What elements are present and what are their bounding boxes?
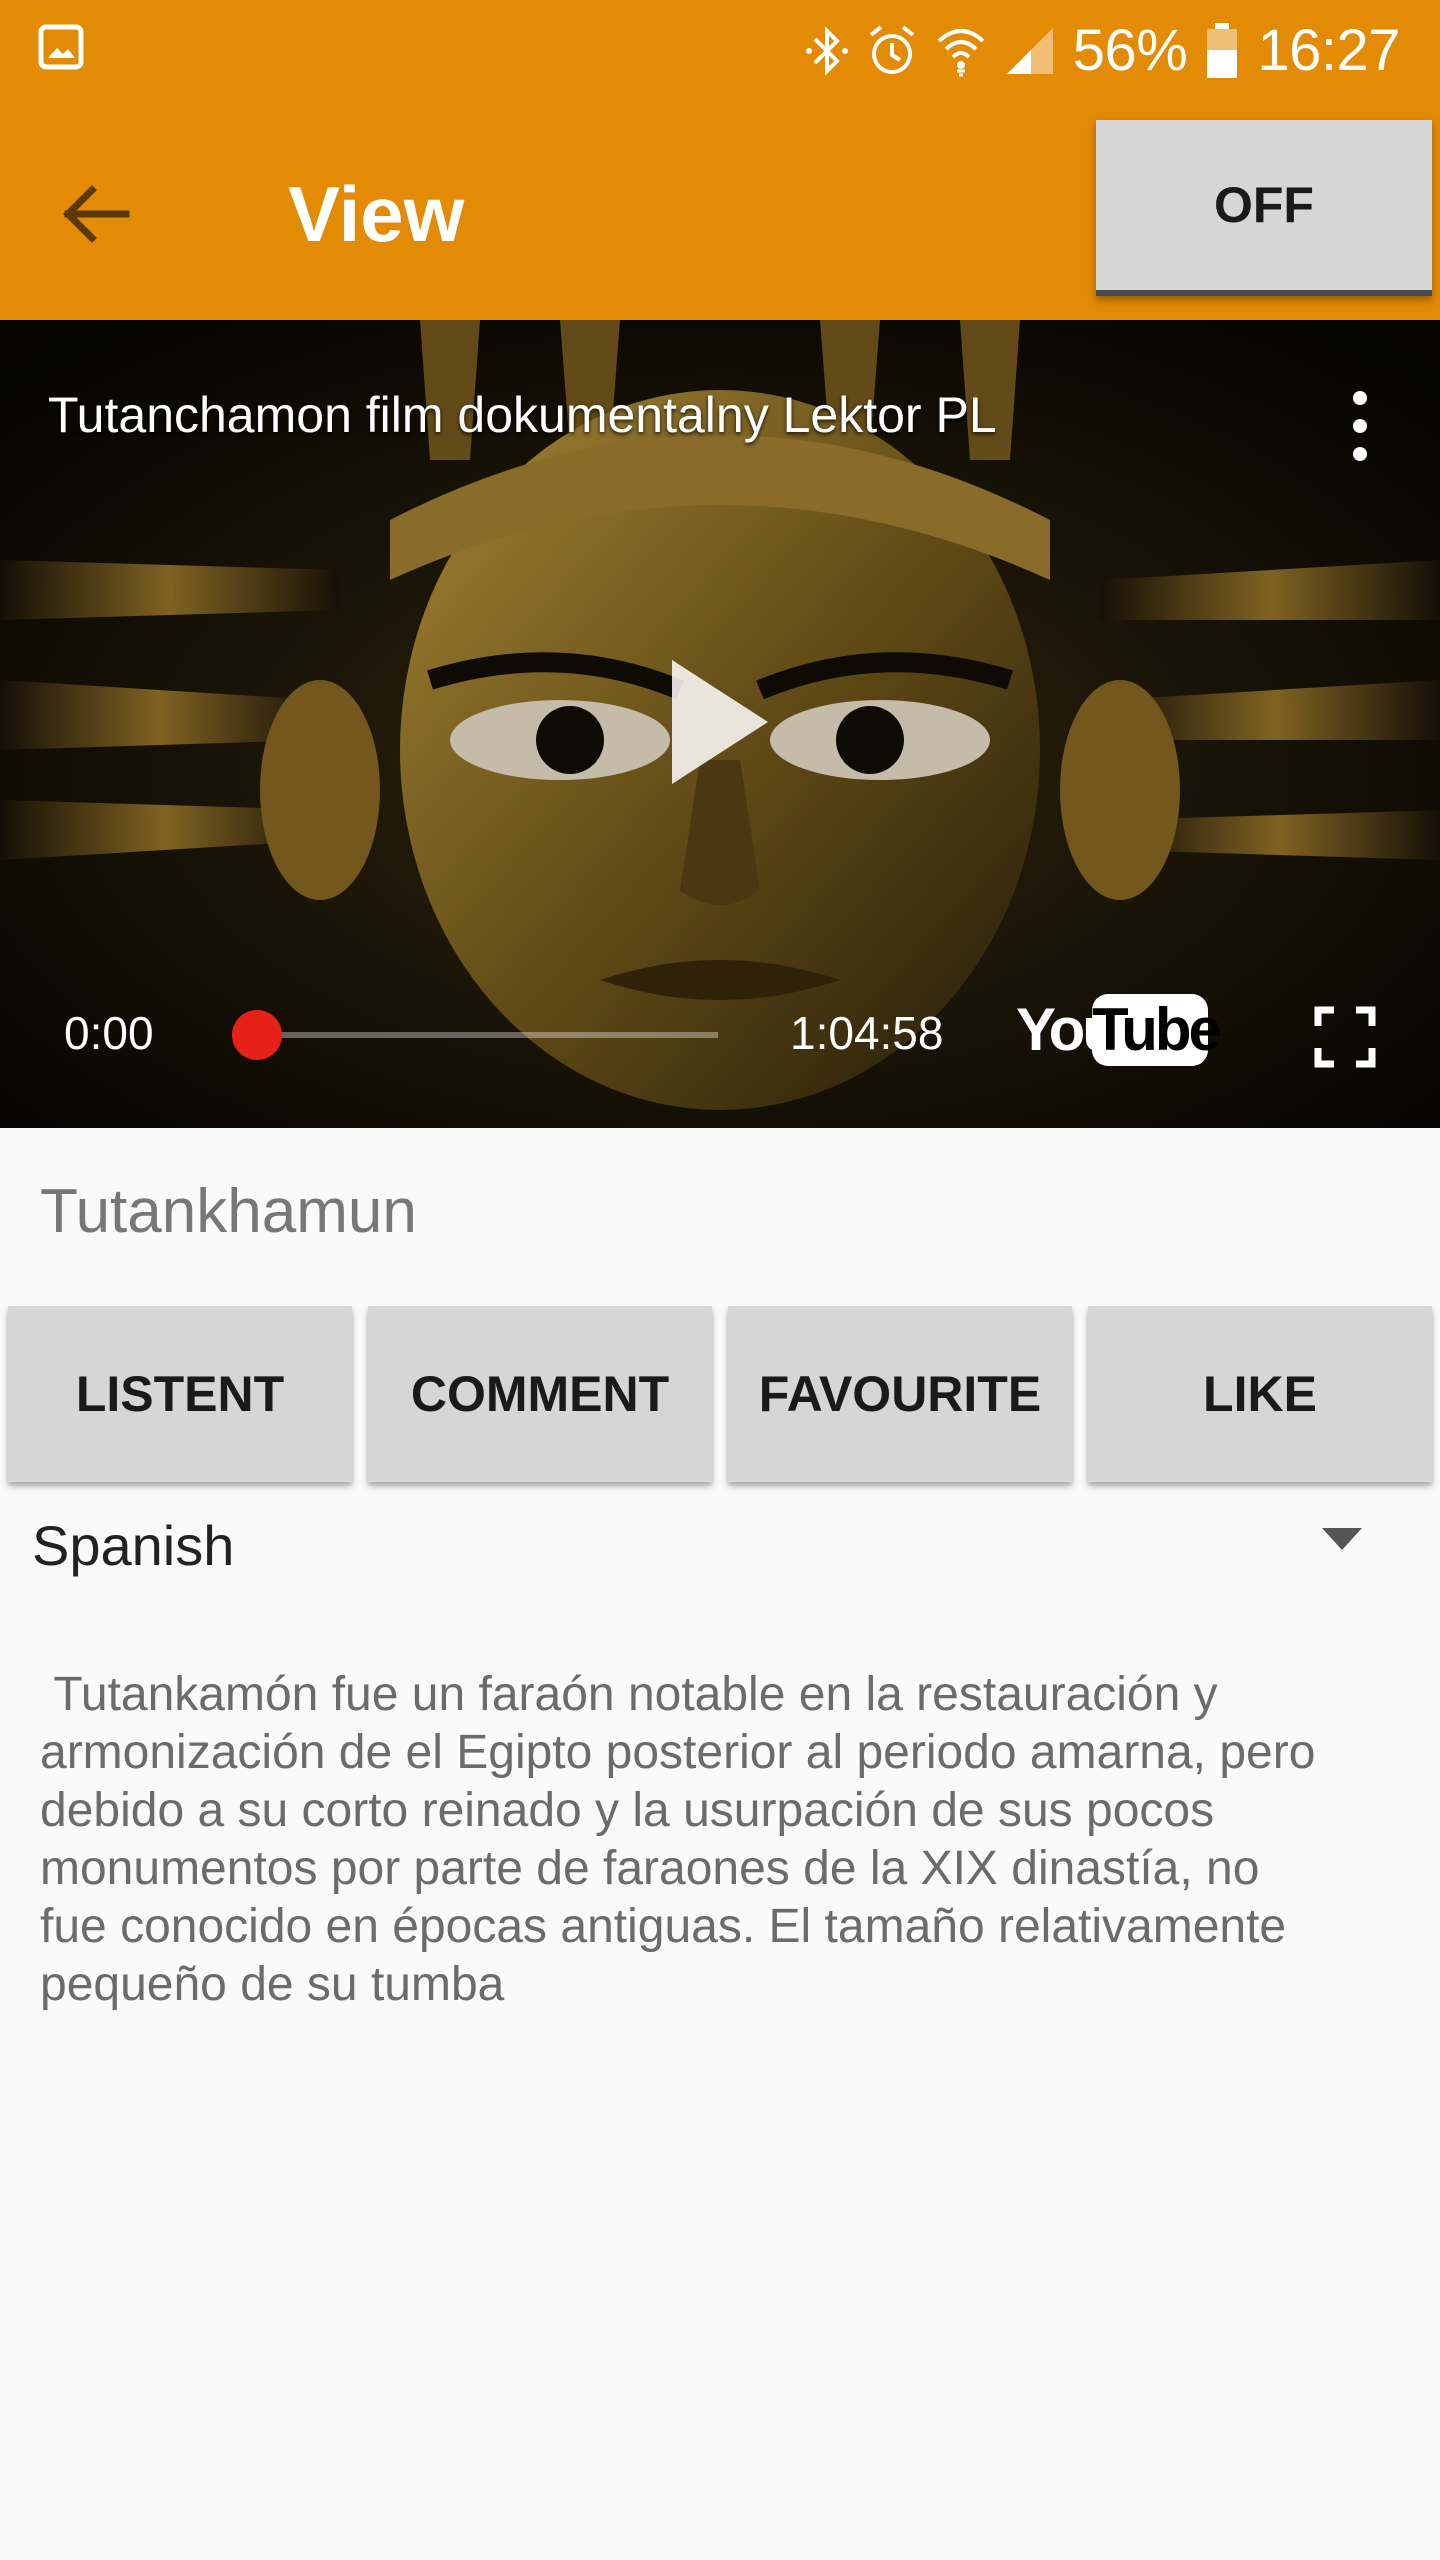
page-title: View [288, 170, 465, 258]
like-button[interactable]: LIKE [1088, 1306, 1432, 1482]
current-time: 0:00 [64, 1007, 154, 1059]
comment-button[interactable]: COMMENT [368, 1306, 712, 1482]
dropdown-arrow-icon [1322, 1528, 1362, 1550]
back-arrow-icon [63, 185, 130, 243]
language-value: Spanish [32, 1514, 235, 1577]
off-toggle-button[interactable]: OFF [1096, 120, 1432, 296]
signal-icon [1006, 28, 1053, 74]
progress-bar[interactable] [258, 1032, 718, 1038]
language-dropdown[interactable]: Spanish [0, 1500, 1440, 1590]
more-vert-icon[interactable] [1330, 386, 1390, 466]
play-icon[interactable] [640, 648, 800, 796]
fullscreen-icon[interactable] [1314, 1006, 1376, 1068]
duration: 1:04:58 [790, 1007, 944, 1059]
video-name: Tutankhamun [40, 1177, 417, 1246]
back-button[interactable] [48, 166, 144, 262]
listen-button[interactable]: LISTENT [8, 1306, 352, 1482]
wifi-icon [937, 29, 985, 77]
youtube-logo-tube: Tube [1092, 994, 1222, 1066]
app-bar: View OFF [0, 104, 1440, 320]
battery-percent: 56% [1072, 18, 1188, 83]
bluetooth-icon [805, 26, 848, 76]
video-title: Tutanchamon film dokumentalny Lektor PL [48, 387, 997, 443]
gallery-icon [38, 24, 84, 70]
alarm-icon [869, 25, 914, 74]
video-player[interactable]: Tutanchamon film dokumentalny Lektor PL … [0, 320, 1440, 1128]
battery-icon [1207, 23, 1238, 78]
description-text: Tutankamón fue un faraón notable en la r… [40, 1668, 1316, 2011]
youtube-logo[interactable]: You Tube [1016, 990, 1222, 1070]
progress-thumb[interactable] [232, 1010, 282, 1060]
clock: 16:27 [1257, 18, 1400, 83]
status-bar: 56% 16:27 [0, 0, 1440, 104]
favourite-button[interactable]: FAVOURITE [728, 1306, 1072, 1482]
action-buttons: LISTENT COMMENT FAVOURITE LIKE [8, 1306, 1432, 1482]
status-icons: 56% 16:27 [805, 16, 1440, 86]
